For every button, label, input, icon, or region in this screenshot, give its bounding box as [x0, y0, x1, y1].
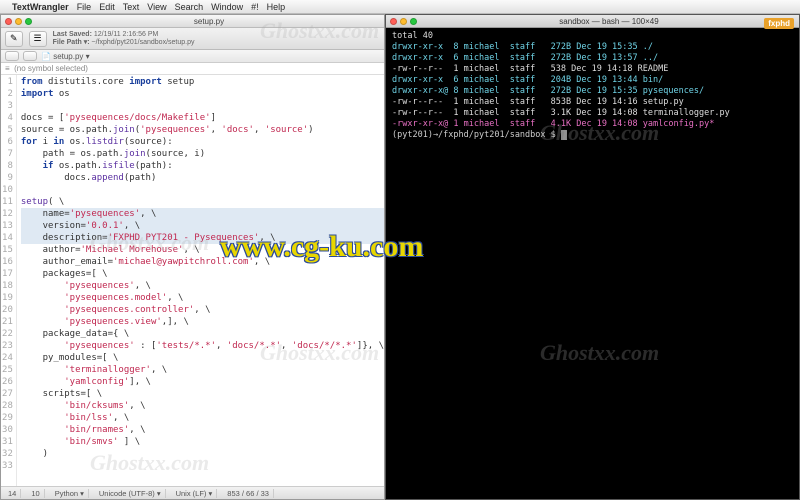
menu-window[interactable]: Window: [211, 2, 243, 12]
status-col[interactable]: 10: [27, 489, 44, 498]
code-editor[interactable]: 1234567891011121314151617181920212223242…: [1, 75, 384, 486]
documents-drawer-button[interactable]: ☰: [29, 31, 47, 47]
terminal-window: sandbox — bash — 100×49 total 40drwxr-xr…: [385, 14, 800, 500]
code-line[interactable]: setup( \: [21, 196, 384, 208]
code-line[interactable]: for i in os.listdir(source):: [21, 136, 384, 148]
code-line[interactable]: name='pysequences', \: [21, 208, 384, 220]
code-line[interactable]: 'pysequences' : ['tests/*.*', 'docs/*.*'…: [21, 340, 384, 352]
status-language[interactable]: Python ▾: [51, 489, 89, 498]
close-button[interactable]: [390, 18, 397, 25]
code-line[interactable]: docs = ['pysequences/docs/Makefile']: [21, 112, 384, 124]
window-controls: [5, 18, 32, 25]
code-line[interactable]: description='FXPHD PYT201 - Pysequences'…: [21, 232, 384, 244]
status-line-endings[interactable]: Unix (LF) ▾: [172, 489, 218, 498]
code-line[interactable]: 'bin/smvs' ] \: [21, 436, 384, 448]
nav-forward-button[interactable]: [23, 51, 37, 61]
last-saved-value: 12/19/11 2:16:56 PM: [94, 31, 158, 38]
list-icon: ☰: [34, 33, 42, 44]
app-name[interactable]: TextWrangler: [12, 2, 69, 12]
code-line[interactable]: [21, 460, 384, 472]
code-line[interactable]: scripts=[ \: [21, 388, 384, 400]
terminal-title: sandbox — bash — 100×49: [423, 17, 795, 26]
line-number-gutter: 1234567891011121314151617181920212223242…: [1, 75, 17, 486]
terminal-titlebar[interactable]: sandbox — bash — 100×49: [386, 15, 799, 28]
new-document-button[interactable]: ✎: [5, 31, 23, 47]
code-line[interactable]: source = os.path.join('pysequences', 'do…: [21, 124, 384, 136]
terminal-line: -rw-r--r-- 1 michael staff 853B Dec 19 1…: [392, 97, 793, 108]
file-info: Last Saved: 12/19/11 2:16:56 PM File Pat…: [53, 31, 195, 46]
terminal-line: -rwxr-xr-x@ 1 michael staff 4.1K Dec 19 …: [392, 119, 793, 130]
code-line[interactable]: version='0.0.1', \: [21, 220, 384, 232]
code-line[interactable]: py_modules=[ \: [21, 352, 384, 364]
code-line[interactable]: 'pysequences.view',], \: [21, 316, 384, 328]
editor-window: setup.py ✎ ☰ Last Saved: 12/19/11 2:16:5…: [0, 14, 385, 500]
terminal-line: total 40: [392, 31, 793, 42]
code-line[interactable]: import os: [21, 88, 384, 100]
code-line[interactable]: [21, 184, 384, 196]
symbol-text: (no symbol selected): [14, 64, 88, 73]
terminal-output[interactable]: total 40drwxr-xr-x 8 michael staff 272B …: [386, 28, 799, 499]
editor-toolbar: ✎ ☰ Last Saved: 12/19/11 2:16:56 PM File…: [1, 28, 384, 50]
document-tab[interactable]: 📄 setup.py ▾: [41, 52, 90, 61]
menu-view[interactable]: View: [147, 2, 166, 12]
minimize-button[interactable]: [15, 18, 22, 25]
code-line[interactable]: 'pysequences', \: [21, 280, 384, 292]
file-path-value: ~/fxphd/pyt201/sandbox/setup.py: [92, 39, 195, 46]
file-path-label: File Path ▾:: [53, 39, 90, 46]
pencil-icon: ✎: [10, 33, 18, 44]
zoom-button[interactable]: [25, 18, 32, 25]
code-line[interactable]: ): [21, 448, 384, 460]
code-content[interactable]: from distutils.core import setupimport o…: [17, 75, 384, 486]
code-line[interactable]: 'pysequences.model', \: [21, 292, 384, 304]
menu-help[interactable]: Help: [267, 2, 286, 12]
terminal-line: drwxr-xr-x 6 michael staff 204B Dec 19 1…: [392, 75, 793, 86]
macos-menubar: TextWrangler File Edit Text View Search …: [0, 0, 800, 14]
code-line[interactable]: 'yamlconfig'], \: [21, 376, 384, 388]
code-line[interactable]: package_data={ \: [21, 328, 384, 340]
terminal-prompt[interactable]: (pyt201)→/fxphd/pyt201/sandbox $: [392, 130, 793, 141]
close-button[interactable]: [5, 18, 12, 25]
terminal-line: drwxr-xr-x@ 8 michael staff 272B Dec 19 …: [392, 86, 793, 97]
symbol-popup[interactable]: ≡ (no symbol selected): [1, 63, 384, 75]
code-line[interactable]: 'terminallogger', \: [21, 364, 384, 376]
zoom-button[interactable]: [410, 18, 417, 25]
last-saved-label: Last Saved:: [53, 31, 92, 38]
code-line[interactable]: [21, 100, 384, 112]
menu-shebang[interactable]: #!: [251, 2, 259, 12]
code-line[interactable]: 'bin/lss', \: [21, 412, 384, 424]
code-line[interactable]: path = os.path.join(source, i): [21, 148, 384, 160]
code-line[interactable]: author='Michael Morehouse', \: [21, 244, 384, 256]
code-line[interactable]: author_email='michael@yawpitchroll.com',…: [21, 256, 384, 268]
editor-titlebar[interactable]: setup.py: [1, 15, 384, 28]
menu-edit[interactable]: Edit: [99, 2, 115, 12]
menu-search[interactable]: Search: [175, 2, 204, 12]
window-controls: [390, 18, 417, 25]
code-line[interactable]: 'bin/rnames', \: [21, 424, 384, 436]
terminal-line: drwxr-xr-x 8 michael staff 272B Dec 19 1…: [392, 42, 793, 53]
code-line[interactable]: docs.append(path): [21, 172, 384, 184]
editor-title: setup.py: [38, 17, 380, 26]
status-encoding[interactable]: Unicode (UTF-8) ▾: [95, 489, 166, 498]
code-line[interactable]: packages=[ \: [21, 268, 384, 280]
code-line[interactable]: from distutils.core import setup: [21, 76, 384, 88]
code-line[interactable]: if os.path.isfile(path):: [21, 160, 384, 172]
terminal-line: drwxr-xr-x 6 michael staff 272B Dec 19 1…: [392, 53, 793, 64]
editor-statusbar: 14 10 Python ▾ Unicode (UTF-8) ▾ Unix (L…: [1, 486, 384, 499]
terminal-line: -rw-r--r-- 1 michael staff 3.1K Dec 19 1…: [392, 108, 793, 119]
code-line[interactable]: 'bin/cksums', \: [21, 400, 384, 412]
status-line[interactable]: 14: [4, 489, 21, 498]
code-line[interactable]: 'pysequences.controller', \: [21, 304, 384, 316]
menu-file[interactable]: File: [77, 2, 92, 12]
cursor: [561, 130, 567, 140]
status-selection: 853 / 66 / 33: [223, 489, 274, 498]
menu-text[interactable]: Text: [123, 2, 140, 12]
nav-back-button[interactable]: [5, 51, 19, 61]
terminal-line: -rw-r--r-- 1 michael staff 538 Dec 19 14…: [392, 64, 793, 75]
navigation-bar: 📄 setup.py ▾: [1, 50, 384, 63]
minimize-button[interactable]: [400, 18, 407, 25]
